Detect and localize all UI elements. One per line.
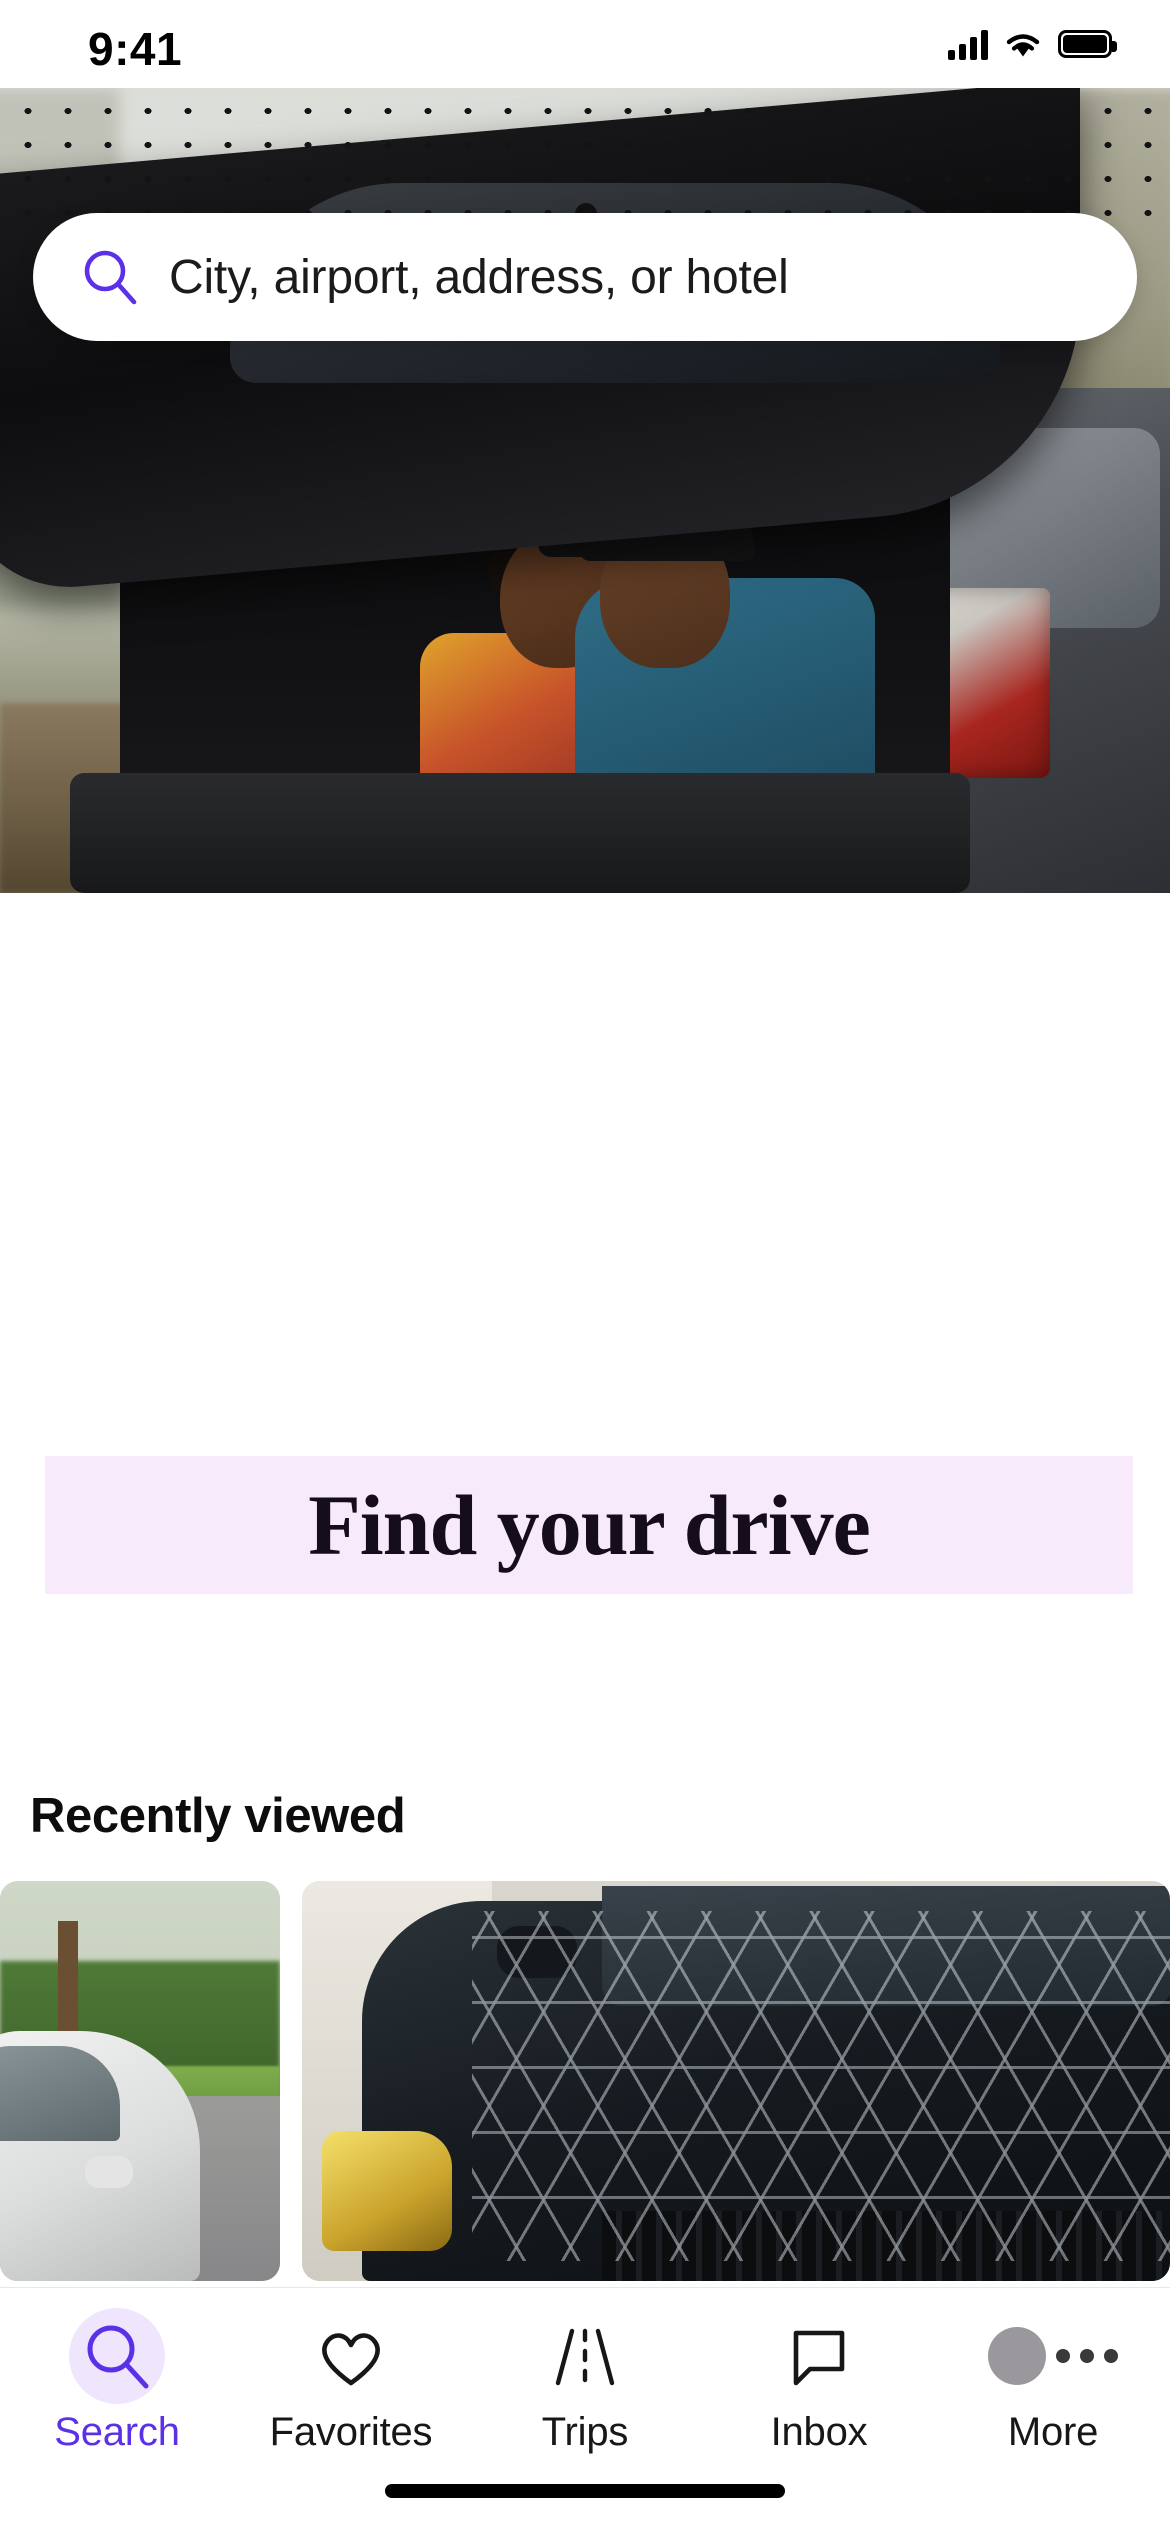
home-indicator xyxy=(385,2484,785,2498)
tab-label: Favorites xyxy=(269,2410,433,2454)
heart-icon xyxy=(314,2316,388,2396)
wifi-icon xyxy=(1005,30,1041,58)
recently-viewed-card[interactable] xyxy=(302,1881,1170,2281)
tab-label: Inbox xyxy=(770,2410,868,2454)
avatar-more-icon xyxy=(988,2316,1118,2396)
hero-photo xyxy=(0,88,1170,893)
tab-trips[interactable]: Trips xyxy=(468,2316,702,2455)
tab-more[interactable]: More xyxy=(936,2316,1170,2455)
tab-label: Trips xyxy=(541,2410,629,2454)
recently-viewed-card[interactable] xyxy=(0,1881,280,2281)
status-indicators xyxy=(948,28,1117,60)
avatar xyxy=(988,2327,1046,2385)
hero-image xyxy=(0,88,1170,893)
search-placeholder: City, airport, address, or hotel xyxy=(169,250,789,304)
find-your-drive-banner[interactable]: Find your drive xyxy=(45,1456,1133,1594)
battery-full-icon xyxy=(1058,30,1117,58)
search-icon xyxy=(80,2316,154,2396)
road-icon xyxy=(548,2316,622,2396)
search-icon xyxy=(79,246,141,308)
banner-title: Find your drive xyxy=(308,1477,871,1573)
search-input[interactable]: City, airport, address, or hotel xyxy=(33,213,1137,341)
chat-bubble-icon xyxy=(782,2316,856,2396)
tab-search[interactable]: Search xyxy=(0,2316,234,2455)
recently-viewed-carousel[interactable] xyxy=(0,1881,1170,2281)
tab-inbox[interactable]: Inbox xyxy=(702,2316,936,2455)
status-time: 9:41 xyxy=(88,23,183,75)
tab-favorites[interactable]: Favorites xyxy=(234,2316,468,2455)
recently-viewed-heading: Recently viewed xyxy=(30,1789,406,1843)
status-bar: 9:41 xyxy=(0,0,1170,88)
app-screen: 9:41 City, airport, address, or hotel Fi… xyxy=(0,0,1170,2532)
tab-label: More xyxy=(1007,2410,1099,2454)
signal-bars-icon xyxy=(948,28,988,60)
tab-label: Search xyxy=(54,2410,180,2454)
